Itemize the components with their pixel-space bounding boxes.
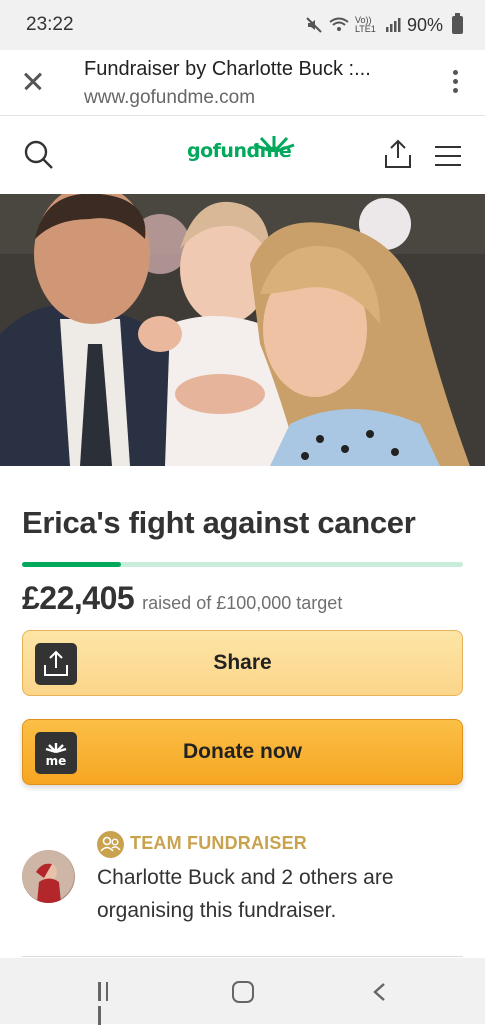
progress-bar: [22, 562, 463, 567]
campaign-title: Erica's fight against cancer: [22, 505, 416, 540]
gofundme-me-icon: me: [35, 732, 77, 774]
team-fundraiser-badge: TEAM FUNDRAISER: [130, 833, 307, 853]
signal-icon: [385, 18, 401, 32]
volte-icon: Vo)) LTE1: [354, 15, 376, 34]
wifi-icon: [329, 17, 349, 31]
page-title: Fundraiser by Charlotte Buck :...: [84, 58, 371, 80]
progress-fill: [22, 562, 121, 567]
recent-apps-icon[interactable]: [98, 982, 120, 1025]
status-icons: Vo)) LTE1 90%: [305, 13, 463, 36]
android-nav-bar: [0, 958, 485, 1025]
section-divider: [22, 956, 463, 957]
home-icon[interactable]: [232, 981, 254, 1003]
share-button-icon: [35, 643, 77, 685]
share-button-label: Share: [213, 651, 272, 674]
battery-percent: 90%: [406, 14, 443, 35]
amount-row: £22,405 raised of £100,000 target: [22, 580, 342, 617]
search-icon[interactable]: [24, 140, 54, 170]
raised-of-target: raised of £100,000 target: [142, 593, 343, 613]
share-icon[interactable]: [383, 138, 413, 170]
site-header: gofundme: [0, 116, 485, 194]
status-time: 23:22: [26, 14, 74, 35]
donate-icon-text: me: [46, 754, 67, 768]
logo-sun-icon: [253, 136, 295, 152]
team-icon: [97, 831, 124, 858]
back-icon[interactable]: [370, 982, 390, 1002]
share-button[interactable]: Share: [22, 630, 463, 696]
donate-button-label: Donate now: [183, 740, 302, 763]
campaign-photo-illustration: [0, 194, 485, 466]
close-icon[interactable]: [18, 66, 48, 96]
donate-button[interactable]: me Donate now: [22, 719, 463, 785]
gofundme-logo[interactable]: gofundme: [187, 136, 295, 180]
more-options-icon[interactable]: [451, 70, 459, 96]
menu-icon[interactable]: [435, 146, 461, 166]
amount-raised: £22,405: [22, 580, 135, 616]
status-bar: 23:22 Vo)) LTE1 90%: [0, 0, 485, 50]
campaign-photo: [0, 194, 485, 466]
page-url[interactable]: www.gofundme.com: [84, 87, 255, 109]
mute-icon: [306, 17, 322, 33]
organiser-avatar[interactable]: [22, 850, 75, 903]
browser-url-bar: Fundraiser by Charlotte Buck :... www.go…: [0, 50, 485, 116]
battery-icon: [452, 13, 463, 34]
organisers-text: Charlotte Buck and 2 others are organisi…: [97, 866, 394, 922]
